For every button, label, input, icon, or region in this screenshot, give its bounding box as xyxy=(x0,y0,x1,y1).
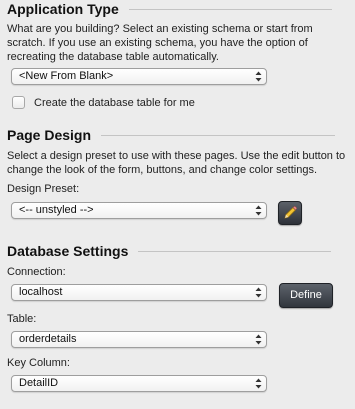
updown-arrows-icon xyxy=(255,287,262,298)
updown-arrows-icon xyxy=(255,378,262,389)
connection-select-value: localhost xyxy=(19,286,63,298)
pencil-icon xyxy=(284,206,297,219)
section-divider xyxy=(138,250,332,252)
table-select-value: orderdetails xyxy=(19,333,77,345)
page-design-heading-text: Page Design xyxy=(7,127,92,143)
application-type-heading: Application Type xyxy=(7,1,332,17)
updown-arrows-icon xyxy=(255,334,262,345)
schema-select[interactable]: <New From Blank> xyxy=(11,68,267,85)
edit-design-button[interactable] xyxy=(278,201,302,225)
table-select[interactable]: orderdetails xyxy=(11,331,267,348)
page-design-heading: Page Design xyxy=(7,127,336,143)
key-column-select-value: DetailID xyxy=(19,377,59,389)
define-button[interactable]: Define xyxy=(279,283,333,308)
key-column-label: Key Column: xyxy=(7,357,70,369)
section-divider xyxy=(101,134,336,136)
create-table-checkbox[interactable] xyxy=(12,96,25,109)
page-design-description: Select a design preset to use with these… xyxy=(7,150,346,176)
application-type-heading-text: Application Type xyxy=(7,1,119,17)
updown-arrows-icon xyxy=(255,205,262,216)
connection-select[interactable]: localhost xyxy=(11,284,267,301)
database-settings-heading-text: Database Settings xyxy=(7,243,129,259)
application-type-description: What are you building? Select an existin… xyxy=(7,23,313,63)
design-preset-label: Design Preset: xyxy=(7,183,80,195)
schema-select-value: <New From Blank> xyxy=(19,70,114,82)
connection-label: Connection: xyxy=(7,266,66,278)
key-column-select[interactable]: DetailID xyxy=(11,375,267,392)
database-settings-heading: Database Settings xyxy=(7,243,332,259)
design-preset-select[interactable]: <-- unstyled --> xyxy=(11,202,267,219)
design-preset-select-value: <-- unstyled --> xyxy=(19,204,94,216)
section-divider xyxy=(128,8,332,10)
table-label: Table: xyxy=(7,313,37,325)
updown-arrows-icon xyxy=(255,71,262,82)
create-table-checkbox-label: Create the database table for me xyxy=(34,97,195,109)
